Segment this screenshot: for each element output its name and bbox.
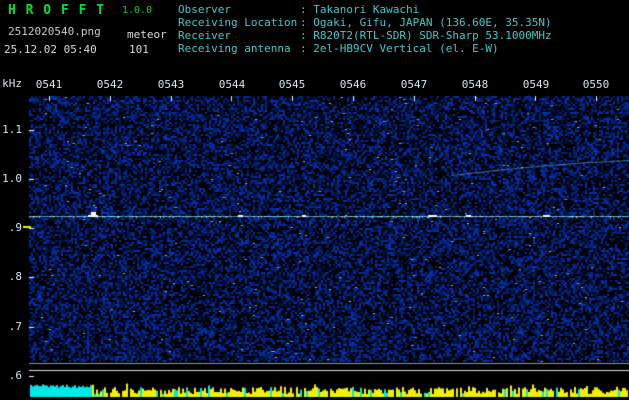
receiver-row: Receiver : R820T2(RTL-SDR) SDR-Sharp 53.… <box>178 29 552 42</box>
time-tick-label: 0549 <box>522 78 550 91</box>
observer-row: Observer : Takanori Kawachi <box>178 3 552 16</box>
station-info: Observer : Takanori Kawachi Receiving Lo… <box>178 3 552 55</box>
time-tick-label: 0547 <box>400 78 428 91</box>
time-tick-label: 0543 <box>157 78 185 91</box>
time-tick-label: 0545 <box>278 78 306 91</box>
output-filename: 2512020540.png <box>8 25 101 38</box>
receiver-value: : R820T2(RTL-SDR) SDR-Sharp 53.1000MHz <box>300 29 552 42</box>
freq-tick-label: 1.1 <box>2 123 22 136</box>
time-tick-label: 0546 <box>339 78 367 91</box>
observer-label: Observer <box>178 3 231 16</box>
freq-tick-label: .6 <box>8 369 22 382</box>
spectrogram-canvas <box>0 0 629 400</box>
receiving-location-row: Receiving Location : Ogaki, Gifu, JAPAN … <box>178 16 552 29</box>
time-tick-label: 0548 <box>461 78 489 91</box>
freq-tick-label: .7 <box>8 320 22 333</box>
time-tick-label: 0541 <box>35 78 63 91</box>
echo-count: 101 <box>129 43 149 56</box>
datetime-label: 25.12.02 05:40 <box>4 43 97 56</box>
time-tick-label: 0542 <box>96 78 124 91</box>
receiving-antenna-row: Receiving antenna : 2el-HB9CV Vertical (… <box>178 42 552 55</box>
receiving-location-value: : Ogaki, Gifu, JAPAN (136.60E, 35.35N) <box>300 16 552 29</box>
time-tick-label: 0544 <box>218 78 246 91</box>
hrofft-window: H R O F F T 1.0.0 2512020540.png meteor … <box>0 0 629 400</box>
freq-tick-label: .9 <box>8 221 22 234</box>
receiving-location-label: Receiving Location <box>178 16 298 29</box>
app-title: H R O F F T <box>8 3 106 18</box>
app-version: 1.0.0 <box>122 5 153 16</box>
freq-axis-unit: kHz <box>2 77 22 90</box>
freq-tick-label: 1.0 <box>2 172 22 185</box>
receiving-antenna-label: Receiving antenna <box>178 42 291 55</box>
observer-value: : Takanori Kawachi <box>300 3 420 16</box>
mode-label: meteor <box>127 28 167 41</box>
receiver-label: Receiver <box>178 29 231 42</box>
freq-tick-label: .8 <box>8 270 22 283</box>
receiving-antenna-value: : 2el-HB9CV Vertical (el. E-W) <box>300 42 499 55</box>
time-tick-label: 0550 <box>582 78 610 91</box>
